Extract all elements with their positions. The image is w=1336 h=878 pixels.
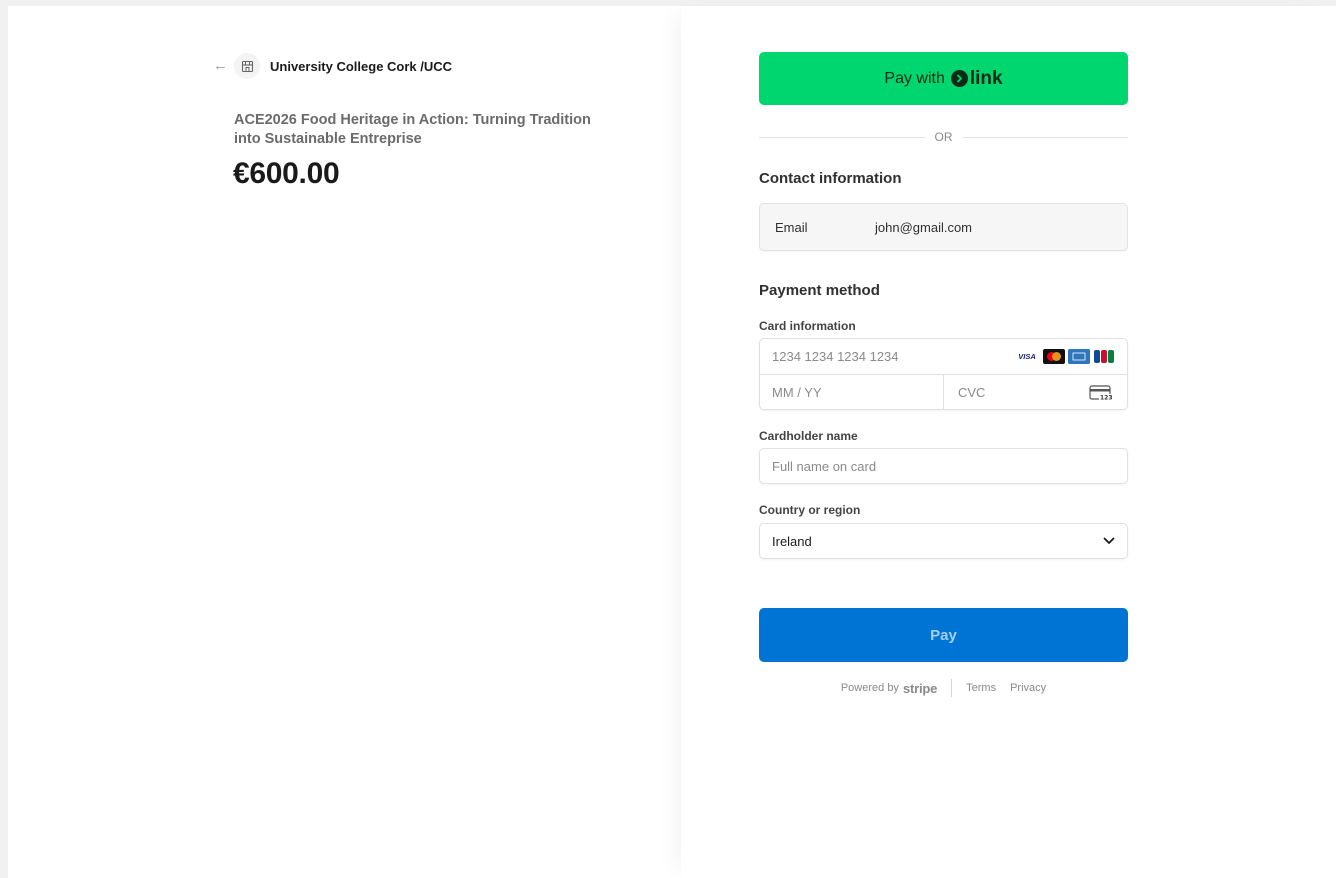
expiry-field[interactable]: MM / YY [760,375,944,410]
cardholder-name-input[interactable]: Full name on card [759,448,1128,484]
link-arrow-icon [950,70,968,87]
product-name: ACE2026 Food Heritage in Action: Turning… [234,112,591,147]
payment-panel: Pay with link OR Contact information Ema… [681,6,1336,878]
powered-by-text: Powered by [840,682,899,694]
cvc-placeholder: CVC [958,385,986,400]
divider-line [759,136,925,138]
mastercard-icon [1043,349,1065,364]
checkout-page: ← University College Cork /UCC ACE2026 F… [8,6,1336,878]
card-number-placeholder: 1234 1234 1234 1234 [772,349,899,364]
product-price: €600.00 [233,157,340,190]
footer-divider [951,679,953,697]
order-summary-panel: ← University College Cork /UCC ACE2026 F… [8,6,681,878]
merchant-header: ← University College Cork /UCC [213,53,452,79]
country-label: Country or region [759,503,861,517]
or-text: OR [934,130,953,144]
pay-button[interactable]: Pay [759,608,1128,662]
divider-line [962,136,1128,138]
or-divider: OR [759,130,1128,144]
email-value: john@gmail.com [875,219,973,235]
amex-icon [1068,349,1090,364]
terms-link[interactable]: Terms [966,682,996,694]
cvc-field[interactable]: CVC 123 [944,375,1127,410]
card-info-group: 1234 1234 1234 1234 VISA MM / YY CVC 123 [759,338,1128,410]
payment-section-title: Payment method [759,282,880,299]
merchant-name: University College Cork /UCC [270,58,453,74]
visa-icon: VISA [1014,349,1040,364]
stripe-logo[interactable]: stripe [903,681,937,696]
privacy-link[interactable]: Privacy [1010,682,1046,694]
card-number-field[interactable]: 1234 1234 1234 1234 VISA [760,339,1127,375]
footer: Powered by stripe Terms Privacy [759,679,1128,697]
expiry-placeholder: MM / YY [772,385,822,400]
link-brand-text: link [969,67,1003,89]
email-field[interactable]: Email john@gmail.com [759,203,1128,251]
cvc-card-icon: 123 [1089,385,1113,406]
chevron-down-icon [1103,537,1115,545]
card-brands: VISA [1014,349,1115,364]
link-logo: link [950,67,1003,90]
cardholder-placeholder: Full name on card [772,458,877,474]
jcb-icon [1093,349,1115,364]
country-select[interactable]: Ireland [759,523,1128,559]
pay-with-link-button[interactable]: Pay with link [759,52,1128,105]
contact-section-title: Contact information [759,170,902,187]
link-button-prefix: Pay with [884,69,945,87]
email-label: Email [775,219,808,235]
store-icon [234,53,260,79]
back-arrow-icon[interactable]: ← [213,56,231,76]
country-value: Ireland [772,533,812,549]
svg-text:123: 123 [1100,395,1113,402]
cardholder-label: Cardholder name [759,429,858,443]
card-info-label: Card information [759,319,856,333]
